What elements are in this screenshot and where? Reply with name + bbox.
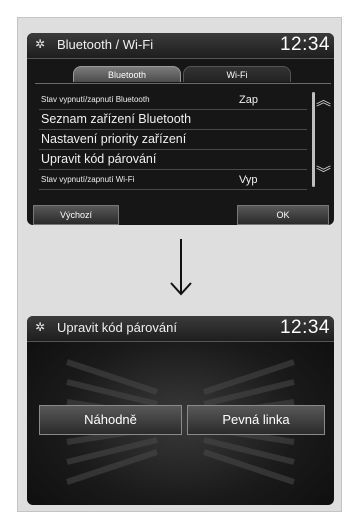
screen-header: ✲ Bluetooth / Wi-Fi 12:34 [27,33,334,59]
menu-item-bluetooth-onoff[interactable]: Stav vypnutí/zapnutí Bluetooth Zap [39,91,307,110]
ok-button[interactable]: OK [237,205,329,225]
menu-item-label: Stav vypnutí/zapnutí Bluetooth [41,95,150,104]
clock: 12:34 [279,317,330,338]
menu-item-label: Nastavení priority zařízení [41,132,187,146]
tab-divider [35,83,331,84]
fixed-code-button[interactable]: Pevná linka [187,405,325,435]
scroll-down-chevron-icon[interactable]: ︾ [316,166,331,181]
scroll-up-chevron-icon[interactable]: ︽ [316,93,331,108]
tab-bar: Bluetooth Wi-Fi [73,66,291,82]
menu-item-value: Zap [239,94,258,106]
menu-item-wifi-onoff[interactable]: Stav vypnutí/zapnutí Wi-Fi Vyp [39,171,307,190]
screen-header: ✲ Upravit kód párování 12:34 [27,316,334,342]
edit-pairing-code-screen: ✲ Upravit kód párování 12:34 Náhodně Pev… [27,316,334,505]
default-button[interactable]: Výchozí [33,205,119,225]
random-code-button[interactable]: Náhodně [39,405,182,435]
menu-item-label: Stav vypnutí/zapnutí Wi-Fi [41,175,135,184]
screen-title: Bluetooth / Wi-Fi [57,37,154,52]
menu-item-label: Seznam zařízení Bluetooth [41,112,192,126]
screen-title: Upravit kód párování [57,320,177,335]
menu-item-device-priority[interactable]: Nastavení priority zařízení [39,130,307,150]
menu-item-bluetooth-device-list[interactable]: Seznam zařízení Bluetooth [39,110,307,130]
menu-item-value: Vyp [239,174,258,186]
settings-gear-icon: ✲ [35,37,46,51]
tab-bluetooth[interactable]: Bluetooth [73,66,181,82]
scrollbar[interactable] [312,92,315,187]
menu-item-label: Upravit kód párování [41,152,157,166]
down-arrow-icon [170,239,192,296]
menu-item-edit-pairing-code[interactable]: Upravit kód párování [39,150,307,170]
bluetooth-wifi-screen: ✲ Bluetooth / Wi-Fi 12:34 Bluetooth Wi-F… [27,33,334,225]
clock: 12:34 [279,34,330,55]
settings-gear-icon: ✲ [35,320,46,334]
tab-wifi[interactable]: Wi-Fi [183,66,291,82]
